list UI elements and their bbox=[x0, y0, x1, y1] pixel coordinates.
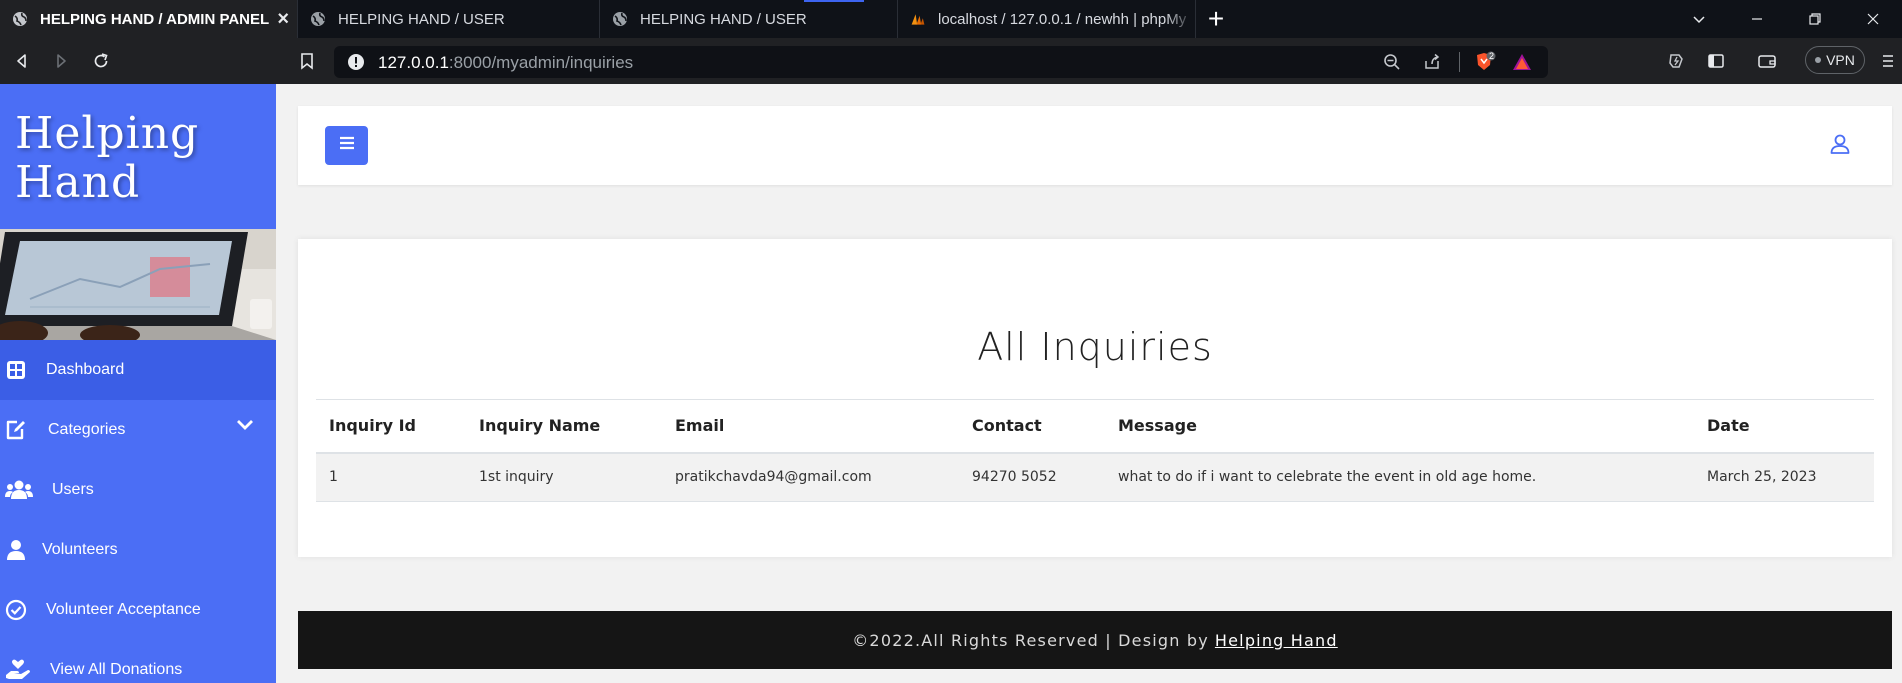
sidebar-hero-image bbox=[0, 229, 276, 340]
browser-tab-bar: HELPING HAND / ADMIN PANEL × HELPING HAN… bbox=[0, 0, 1902, 38]
footer-copyright-text: ©2022.All Rights Reserved | Design by bbox=[852, 630, 1209, 650]
inquiries-card: All Inquiries Inquiry Id Inquiry Name Em… bbox=[298, 239, 1892, 557]
tab-loading-indicator bbox=[804, 0, 864, 2]
column-header-inquiry-name: Inquiry Name bbox=[466, 399, 662, 454]
tab-admin-panel[interactable]: HELPING HAND / ADMIN PANEL × bbox=[0, 0, 298, 38]
tab-title: localhost / 127.0.0.1 / newhh | phpMy bbox=[938, 10, 1187, 28]
users-icon bbox=[4, 478, 34, 502]
page-title: All Inquiries bbox=[977, 325, 1213, 369]
vpn-button[interactable]: VPN bbox=[1805, 46, 1865, 74]
sidebar-item-categories[interactable]: Categories bbox=[0, 400, 276, 460]
column-header-date: Date bbox=[1694, 399, 1874, 454]
hand-heart-icon bbox=[4, 658, 32, 682]
dashboard-grid-icon bbox=[4, 358, 28, 382]
url-text: 127.0.0.1:8000/myadmin/inquiries bbox=[378, 53, 633, 73]
sidebar-item-dashboard[interactable]: Dashboard bbox=[0, 340, 276, 400]
edit-icon bbox=[4, 418, 28, 442]
share-icon[interactable] bbox=[1422, 52, 1442, 72]
brave-shield-icon[interactable]: 2 bbox=[1472, 51, 1498, 72]
reload-icon[interactable] bbox=[89, 49, 113, 73]
hamburger-icon bbox=[339, 136, 355, 155]
url-divider bbox=[1459, 52, 1461, 72]
top-navbar bbox=[298, 106, 1892, 185]
sidebar-item-view-all-donations[interactable]: View All Donations bbox=[0, 640, 276, 683]
window-controls bbox=[1670, 0, 1902, 38]
tab-search-chevron-icon[interactable] bbox=[1670, 0, 1728, 38]
vpn-status-dot bbox=[1815, 57, 1822, 63]
brand-logo[interactable]: Helping Hand bbox=[15, 109, 199, 207]
forward-icon[interactable] bbox=[49, 49, 73, 73]
chevron-down-icon[interactable] bbox=[236, 418, 254, 436]
brave-rewards-icon[interactable] bbox=[1512, 52, 1532, 72]
globe-icon bbox=[310, 11, 326, 27]
column-header-message: Message bbox=[1105, 399, 1694, 454]
sidebar-item-users[interactable]: Users bbox=[0, 460, 276, 520]
user-icon bbox=[4, 538, 28, 562]
vpn-label: VPN bbox=[1826, 52, 1855, 68]
cell-email: pratikchavda94@gmail.com bbox=[662, 452, 959, 502]
zoom-out-icon[interactable] bbox=[1382, 52, 1402, 72]
column-header-contact: Contact bbox=[959, 399, 1105, 454]
tab-user-2[interactable]: HELPING HAND / USER bbox=[600, 0, 898, 38]
sidebar-item-label: Volunteers bbox=[42, 541, 118, 558]
back-icon[interactable] bbox=[10, 49, 34, 73]
column-header-inquiry-id: Inquiry Id bbox=[316, 399, 466, 454]
cell-contact: 94270 5052 bbox=[959, 452, 1105, 502]
browser-toolbar: 127.0.0.1:8000/myadmin/inquiries 2 VPN bbox=[0, 38, 1902, 84]
table-header-row: Inquiry Id Inquiry Name Email Contact Me… bbox=[316, 399, 1874, 454]
close-tab-icon[interactable]: × bbox=[277, 9, 289, 29]
minimize-icon[interactable] bbox=[1728, 0, 1786, 38]
globe-icon bbox=[612, 11, 628, 27]
sidebar: Helping Hand Dashboard Categories Users … bbox=[0, 84, 276, 683]
sidebar-item-volunteer-acceptance[interactable]: Volunteer Acceptance bbox=[0, 580, 276, 640]
browser-menu-icon[interactable] bbox=[1876, 49, 1900, 73]
sidebar-item-label: Dashboard bbox=[46, 361, 125, 378]
column-header-email: Email bbox=[662, 399, 959, 454]
globe-icon bbox=[12, 11, 28, 27]
address-bar[interactable]: 127.0.0.1:8000/myadmin/inquiries 2 bbox=[334, 46, 1548, 78]
inquiries-table: Inquiry Id Inquiry Name Email Contact Me… bbox=[316, 399, 1874, 502]
sidebar-item-label: View All Donations bbox=[50, 661, 183, 678]
sidebar-item-volunteers[interactable]: Volunteers bbox=[0, 520, 276, 580]
tab-phpmyadmin[interactable]: localhost / 127.0.0.1 / newhh | phpMy bbox=[898, 0, 1196, 38]
close-window-icon[interactable] bbox=[1844, 0, 1902, 38]
site-info-icon[interactable] bbox=[346, 52, 366, 72]
user-account-icon[interactable] bbox=[1828, 132, 1852, 156]
sidebar-item-label: Volunteer Acceptance bbox=[46, 601, 201, 618]
brand-line-1: Helping bbox=[15, 108, 200, 159]
sync-icon[interactable] bbox=[1664, 49, 1688, 73]
bookmark-icon[interactable] bbox=[295, 49, 319, 73]
shield-badge-count: 2 bbox=[1489, 51, 1495, 61]
url-host: 127.0.0.1 bbox=[378, 53, 449, 72]
cell-message: what to do if i want to celebrate the ev… bbox=[1105, 452, 1694, 502]
brand-line-2: Hand bbox=[15, 157, 141, 208]
check-circle-icon bbox=[4, 598, 28, 622]
phpmyadmin-icon bbox=[910, 11, 926, 27]
sidebar-menu: Dashboard Categories Users Volunteers Vo… bbox=[0, 340, 276, 683]
sidebar-item-label: Users bbox=[52, 481, 94, 498]
sidebar-toggle-button[interactable] bbox=[325, 126, 368, 165]
tab-title: HELPING HAND / ADMIN PANEL bbox=[40, 10, 270, 28]
tab-title: HELPING HAND / USER bbox=[640, 10, 807, 28]
wallet-icon[interactable] bbox=[1755, 49, 1779, 73]
sidebar-toggle-icon[interactable] bbox=[1704, 49, 1728, 73]
new-tab-button[interactable]: + bbox=[1196, 0, 1236, 38]
tab-user-1[interactable]: HELPING HAND / USER bbox=[298, 0, 600, 38]
cell-inquiry-id: 1 bbox=[316, 452, 466, 502]
cell-inquiry-name: 1st inquiry bbox=[466, 452, 662, 502]
cell-date: March 25, 2023 bbox=[1694, 452, 1874, 502]
table-row: 1 1st inquiry pratikchavda94@gmail.com 9… bbox=[316, 452, 1874, 502]
restore-icon[interactable] bbox=[1786, 0, 1844, 38]
page-footer: ©2022.All Rights Reserved | Design by He… bbox=[298, 611, 1892, 669]
tab-title: HELPING HAND / USER bbox=[338, 10, 505, 28]
url-path: :8000/myadmin/inquiries bbox=[448, 53, 634, 72]
sidebar-item-label: Categories bbox=[48, 421, 126, 438]
footer-link-helping-hand[interactable]: Helping Hand bbox=[1215, 631, 1338, 650]
